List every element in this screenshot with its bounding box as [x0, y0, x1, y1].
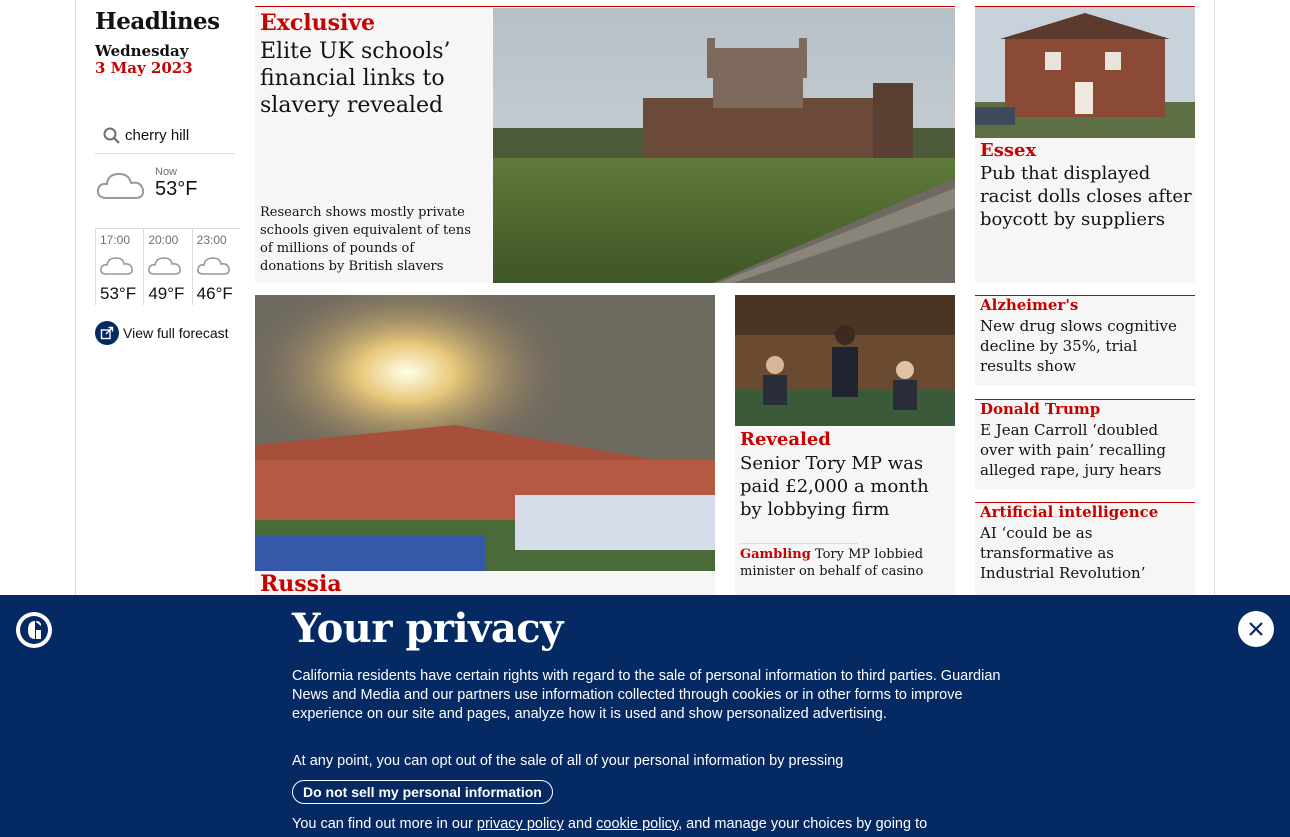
close-icon	[1249, 622, 1263, 636]
manage-text: , and manage your choices by going to	[678, 816, 928, 832]
story-card-revealed[interactable]: Revealed Senior Tory MP was paid £2,000 …	[735, 295, 955, 595]
story-kicker: Alzheimer's	[980, 296, 1079, 314]
story-card-ai[interactable]: Artificial intelligence AI ‘could be as …	[975, 502, 1195, 595]
privacy-title: Your privacy	[292, 605, 563, 652]
story-headline[interactable]: New drug slows cognitive decline by 35%,…	[980, 316, 1192, 376]
story-image-pub[interactable]	[975, 7, 1195, 138]
guardian-logo-icon	[16, 612, 52, 648]
cloud-icon	[148, 257, 182, 275]
story-kicker: Donald Trump	[980, 400, 1101, 418]
more-info-text: You can find out more in our	[292, 816, 477, 832]
story-headline[interactable]: Pub that displayed racist dolls closes a…	[980, 162, 1192, 231]
privacy-policy-link[interactable]: privacy policy	[477, 816, 564, 832]
and-text: and	[563, 816, 597, 832]
forecast-time: 23:00	[196, 233, 227, 247]
full-forecast-label: View full forecast	[123, 325, 229, 341]
story-card-trump[interactable]: Donald Trump E Jean Carroll ‘doubled ove…	[975, 399, 1195, 489]
story-image-kremlin[interactable]	[255, 295, 715, 571]
now-label: Now	[155, 166, 178, 178]
sublink-rule	[740, 543, 858, 544]
sublink-kicker: Gambling	[740, 547, 811, 562]
view-full-forecast-link[interactable]: View full forecast	[95, 321, 229, 345]
story-trail: Research shows mostly private schools gi…	[260, 205, 471, 274]
story-card-essex[interactable]: Essex Pub that displayed racist dolls cl…	[975, 6, 1195, 283]
story-kicker: Exclusive	[260, 10, 376, 36]
story-card-main[interactable]: Exclusive Elite UK schools’ financial li…	[255, 6, 955, 283]
forecast-time: 20:00	[148, 233, 179, 247]
do-not-sell-button[interactable]: Do not sell my personal information	[292, 780, 553, 804]
story-kicker: Revealed	[740, 429, 831, 450]
forecast-slot: 17:00 53°F	[95, 229, 143, 305]
location-input[interactable]: cherry hill	[125, 127, 189, 144]
story-kicker: Essex	[980, 140, 1037, 161]
story-headline[interactable]: Senior Tory MP was paid £2,000 a month b…	[740, 452, 952, 521]
date-full: 3 May 2023	[95, 59, 193, 77]
card-rule	[255, 6, 955, 7]
story-card-russia[interactable]: Russia	[255, 295, 715, 595]
story-image-school[interactable]	[493, 8, 955, 283]
forecast-temp: 53°F	[100, 284, 137, 303]
story-card-alzheimers[interactable]: Alzheimer's New drug slows cognitive dec…	[975, 295, 1195, 386]
forecast-temp: 49°F	[148, 284, 185, 303]
related-sublink[interactable]: Gambling Tory MP lobbied minister on beh…	[740, 546, 950, 580]
story-headline[interactable]: Elite UK schools’ financial links to sla…	[260, 38, 480, 119]
date-weekday: Wednesday	[95, 42, 189, 60]
current-weather: Now 53°F	[95, 162, 235, 228]
close-privacy-button[interactable]	[1238, 611, 1274, 647]
privacy-opt-out-text: At any point, you can opt out of the sal…	[292, 753, 844, 769]
story-headline[interactable]: AI ‘could be as transformative as Indust…	[980, 523, 1192, 583]
cloud-icon	[196, 257, 230, 275]
forecast-slot: 23:00 46°F	[191, 229, 240, 305]
story-headline[interactable]: E Jean Carroll ‘doubled over with pain’ …	[980, 420, 1192, 480]
privacy-banner: Your privacy California residents have c…	[0, 595, 1290, 837]
story-kicker: Artificial intelligence	[980, 503, 1159, 521]
story-kicker: Russia	[260, 571, 342, 595]
external-link-icon	[95, 321, 119, 345]
forecast-slot: 20:00 49°F	[143, 229, 191, 305]
cookie-policy-link[interactable]: cookie policy	[596, 816, 678, 832]
search-icon	[102, 126, 122, 146]
privacy-text: California residents have certain rights…	[292, 668, 1001, 722]
privacy-more-info: You can find out more in our privacy pol…	[292, 815, 1002, 834]
cloud-icon	[100, 257, 133, 275]
weather-location-search[interactable]: cherry hill	[95, 118, 235, 154]
story-image-parliament[interactable]	[735, 295, 955, 426]
hourly-forecast: 17:00 53°F 20:00 49°F 23:00 46°F	[95, 228, 240, 308]
forecast-time: 17:00	[100, 233, 131, 247]
section-title[interactable]: Headlines	[95, 8, 220, 35]
now-temperature: 53°F	[155, 178, 198, 200]
forecast-temp: 46°F	[196, 284, 233, 303]
cloud-icon	[96, 172, 145, 199]
